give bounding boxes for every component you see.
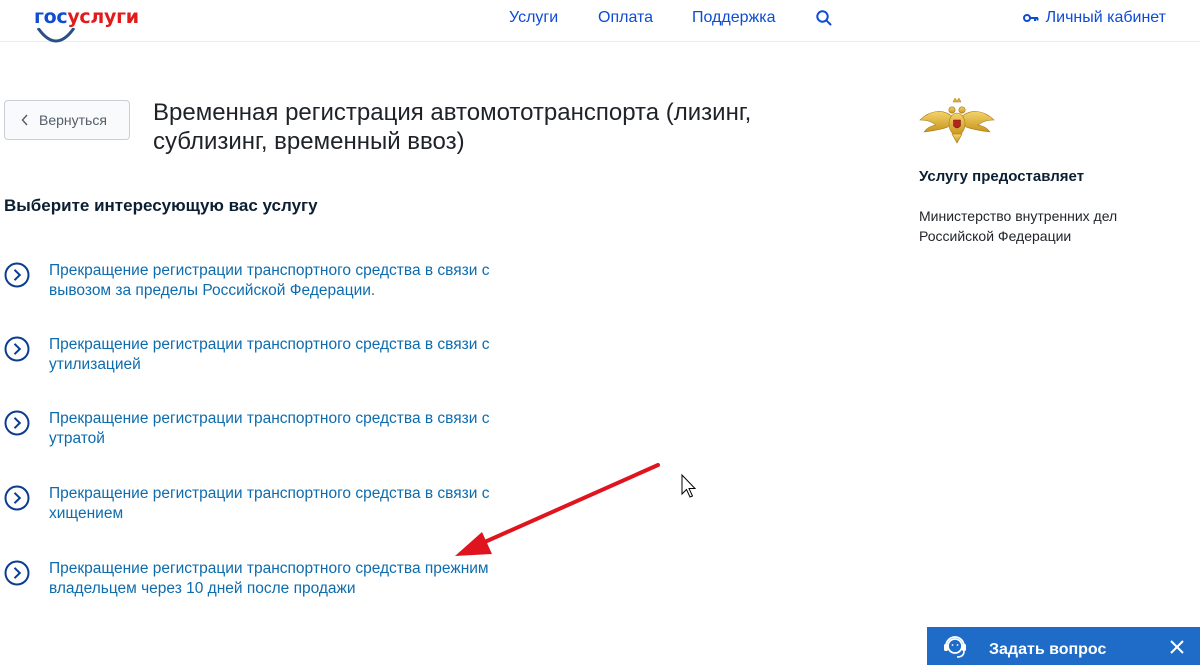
service-item-line: хищением [49, 505, 124, 522]
service-item-line: утратой [49, 430, 105, 447]
service-item-after-sale[interactable]: Прекращение регистрации транспортного ср… [4, 559, 564, 599]
partial-circle-decoration [36, 28, 76, 43]
chevron-right-circle-icon [4, 560, 30, 586]
top-header: госуслуги Услуги Оплата Поддержка Личный… [0, 0, 1200, 42]
page-title: Временная регистрация автомототранспорта… [153, 99, 752, 155]
nav-payment[interactable]: Оплата [598, 9, 653, 27]
annotation-arrow-head [455, 532, 492, 556]
ask-question-widget[interactable]: Задать вопрос [927, 627, 1200, 665]
nav-services[interactable]: Услуги [509, 9, 558, 27]
service-item-line: утилизацией [49, 356, 141, 373]
key-icon [1022, 14, 1039, 22]
service-item-line: владельцем через 10 дней после продажи [49, 580, 356, 597]
service-item-theft[interactable]: Прекращение регистрации транспортного ср… [4, 484, 564, 524]
mouse-cursor-icon [681, 473, 697, 498]
service-item-line: вывозом за пределы Российской Федерации. [49, 282, 376, 299]
chevron-right-circle-icon [4, 262, 30, 288]
service-item-line: Прекращение регистрации транспортного ср… [49, 485, 490, 502]
service-item-line: Прекращение регистрации транспортного ср… [49, 560, 489, 577]
nav-support[interactable]: Поддержка [692, 9, 775, 27]
logo-part-gos: гос [34, 6, 68, 28]
search-icon[interactable] [815, 9, 833, 27]
close-icon[interactable] [1167, 637, 1187, 657]
section-heading: Выберите интересующую вас услугу [4, 196, 318, 215]
chevron-right-circle-icon [4, 485, 30, 511]
gosuslugi-logo[interactable]: госуслуги [34, 6, 139, 28]
back-button[interactable]: Вернуться [4, 100, 130, 140]
personal-account-link[interactable]: Личный кабинет [1022, 9, 1166, 27]
double-headed-eagle-emblem [919, 97, 995, 144]
personal-account-label: Личный кабинет [1045, 9, 1166, 26]
ask-question-label: Задать вопрос [989, 641, 1107, 658]
service-item-line: Прекращение регистрации транспортного ср… [49, 410, 490, 427]
service-item-line: Прекращение регистрации транспортного ср… [49, 336, 490, 353]
service-item-recycling[interactable]: Прекращение регистрации транспортного ср… [4, 335, 564, 375]
back-button-label: Вернуться [39, 112, 107, 128]
headset-operator-icon [944, 636, 966, 658]
logo-part-uslugi: услуги [67, 6, 139, 28]
chevron-right-circle-icon [4, 336, 30, 362]
service-item-export[interactable]: Прекращение регистрации транспортного ср… [4, 261, 564, 301]
provider-heading: Услугу предоставляет [919, 168, 1085, 185]
provider-name: Министерство внутренних дел Российской Ф… [919, 208, 1118, 244]
chevron-right-circle-icon [4, 410, 30, 436]
service-item-line: Прекращение регистрации транспортного ср… [49, 262, 490, 279]
service-item-loss[interactable]: Прекращение регистрации транспортного ср… [4, 409, 564, 449]
chevron-left-icon [21, 114, 28, 126]
